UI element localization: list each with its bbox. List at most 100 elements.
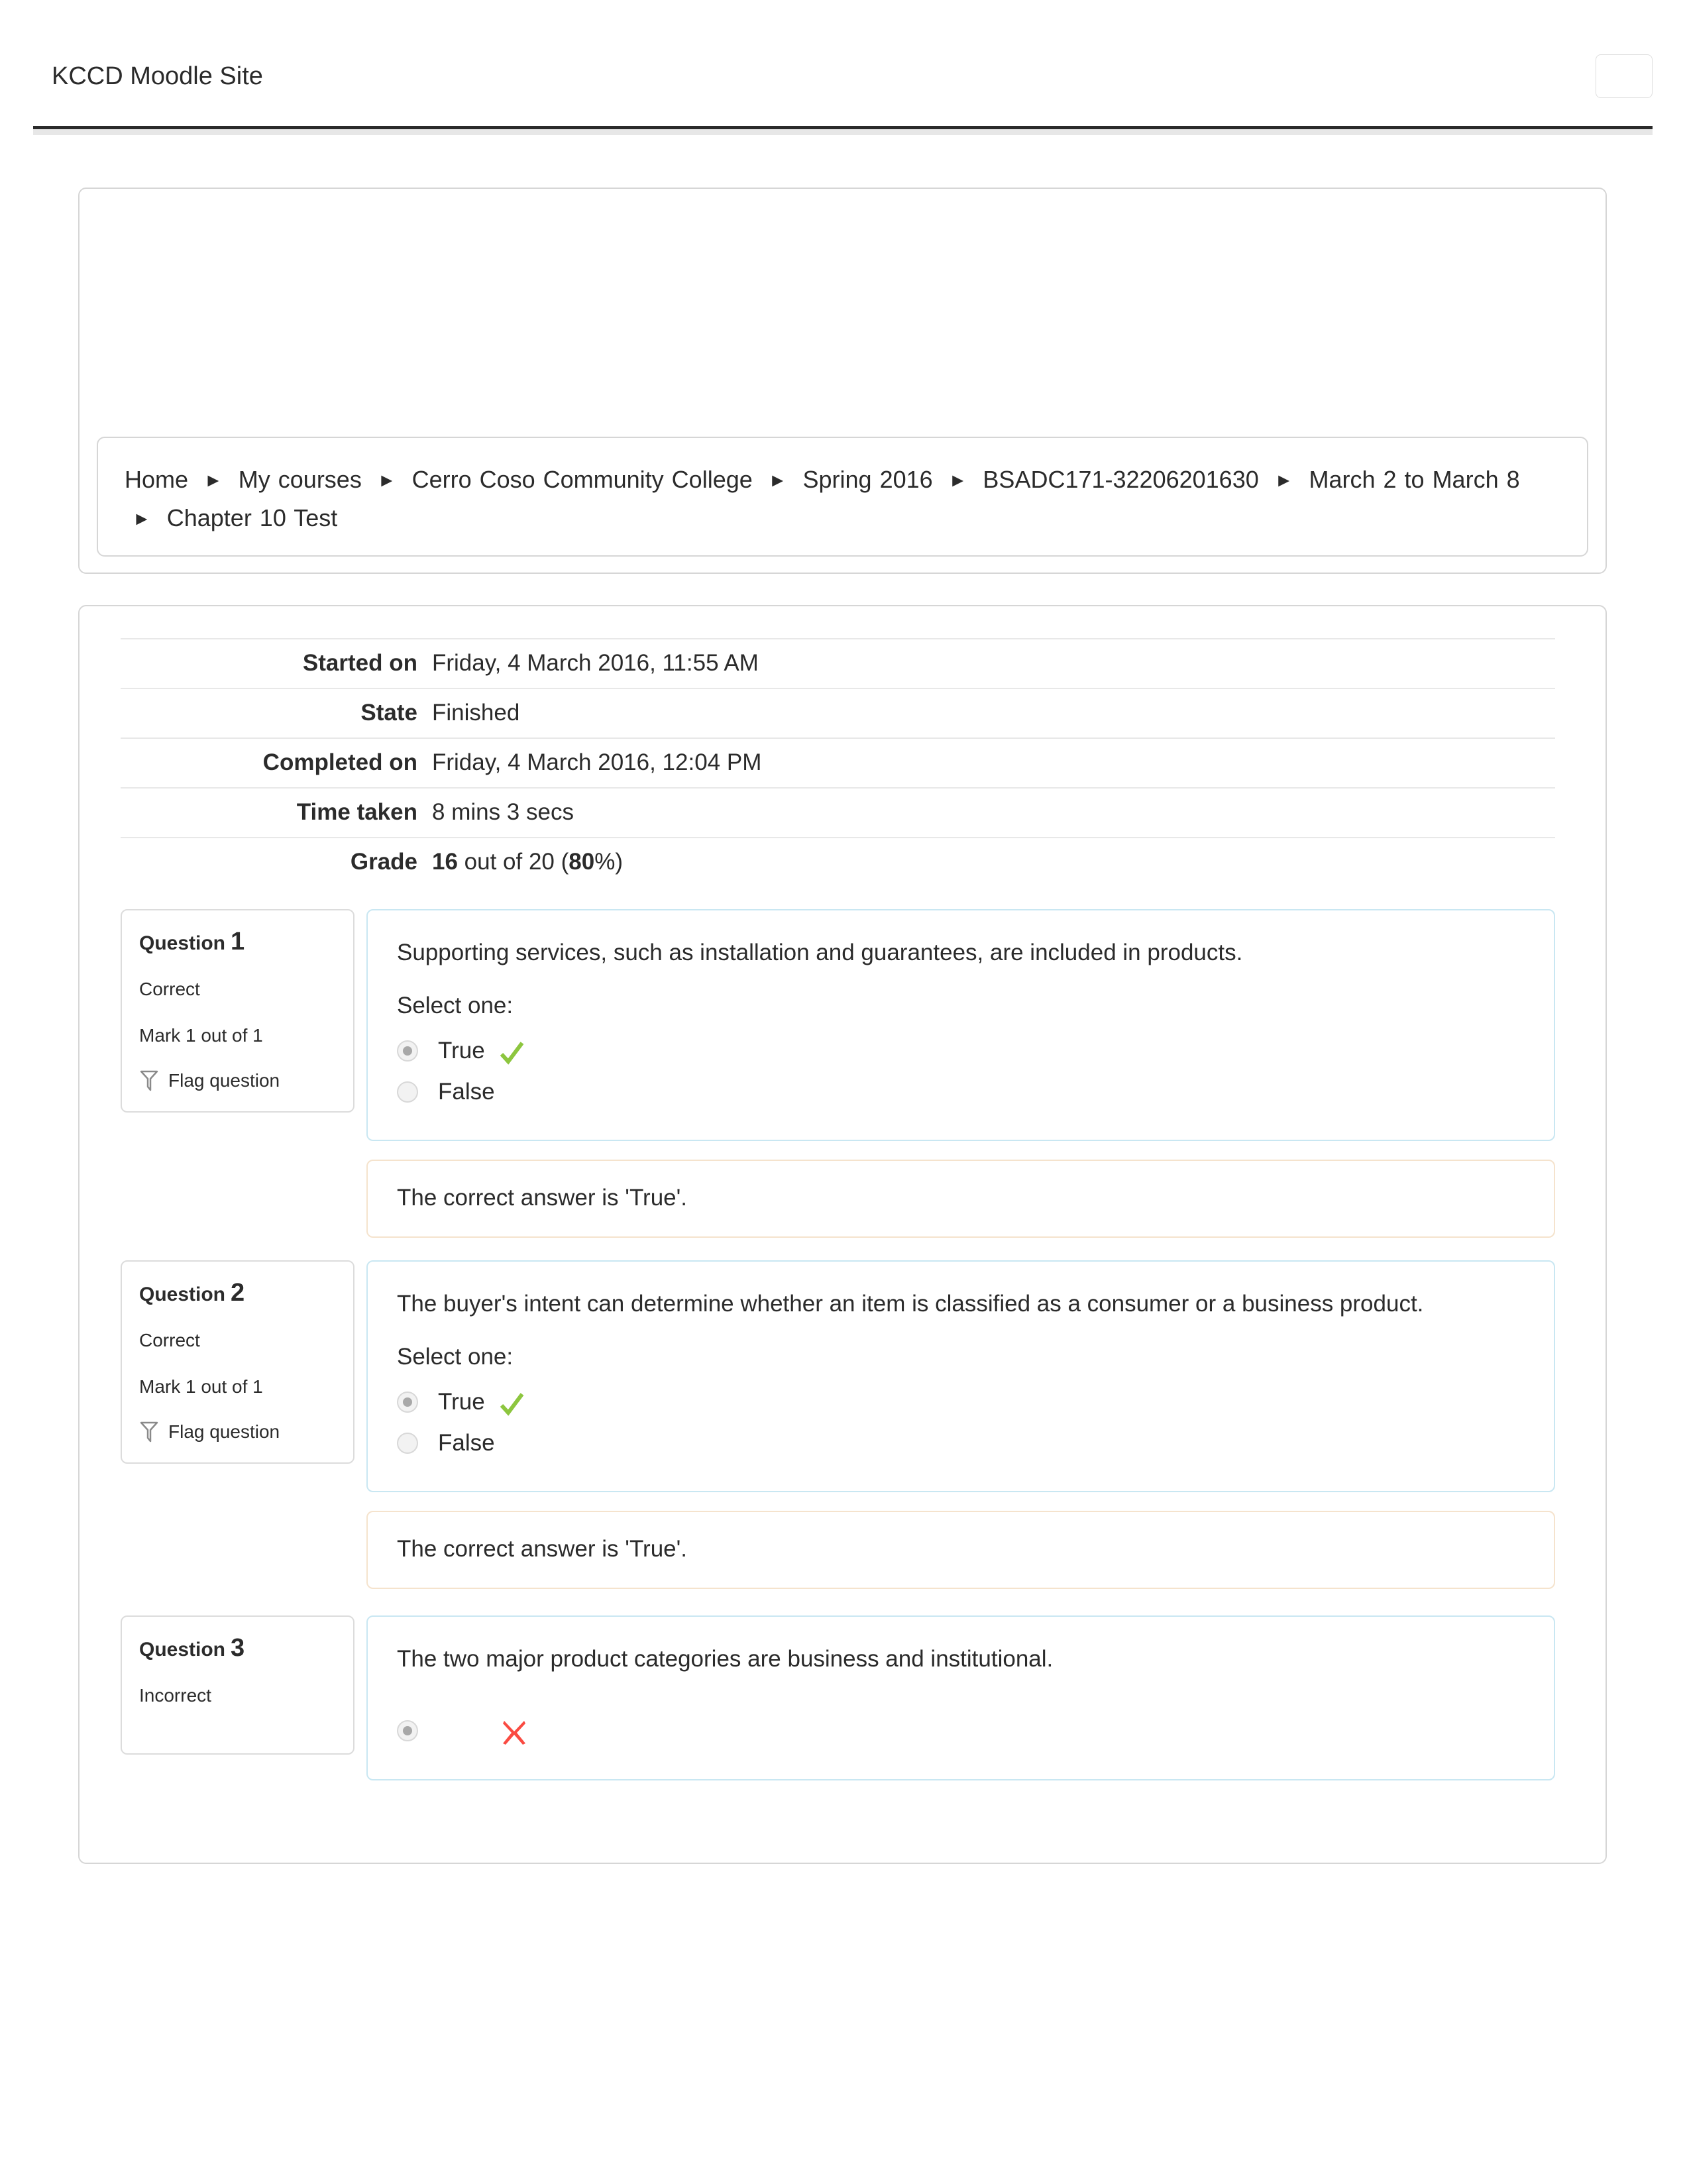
table-row: Time taken 8 mins 3 secs <box>121 788 1555 838</box>
answer-label-true: True <box>438 1037 485 1064</box>
answer-option-selected[interactable] <box>397 1710 1525 1753</box>
breadcrumb-item-quiz[interactable]: Chapter 10 Test <box>167 504 338 531</box>
header-divider <box>33 126 1653 135</box>
state-value: Finished <box>432 700 520 726</box>
flag-icon <box>139 1070 159 1091</box>
question-number: 1 <box>231 928 245 956</box>
site-header: KCCD Moodle Site <box>0 0 1687 135</box>
feedback-spacer <box>121 1511 354 1589</box>
question-content: The two major product categories are bus… <box>366 1615 1555 1781</box>
completed-on-value: Friday, 4 March 2016, 12:04 PM <box>432 749 762 775</box>
answer-option-false[interactable]: False <box>397 1423 1525 1464</box>
question-content: Supporting services, such as installatio… <box>366 909 1555 1141</box>
question-block: Question 2 Correct Mark 1 out of 1 Flag q… <box>121 1260 1555 1589</box>
table-row: State Finished <box>121 688 1555 738</box>
page-shell: Home ► My courses ► Cerro Coso Community… <box>78 188 1607 1864</box>
question-title-label: Question <box>139 1283 226 1305</box>
state-label: State <box>360 700 417 726</box>
question-heading: Question 1 <box>139 928 336 956</box>
completed-on-label: Completed on <box>262 749 417 775</box>
question-text: Supporting services, such as installatio… <box>397 940 1243 965</box>
breadcrumb-item-my-courses[interactable]: My courses <box>239 466 362 493</box>
header-menu-button[interactable] <box>1596 54 1653 98</box>
flag-icon <box>139 1421 159 1443</box>
correct-check-icon <box>498 1392 525 1418</box>
question-feedback-row: The correct answer is 'True'. <box>121 1510 1555 1589</box>
table-row: Completed on Friday, 4 March 2016, 12:04… <box>121 738 1555 788</box>
incorrect-cross-icon <box>500 1718 528 1746</box>
radio-button-false[interactable] <box>397 1081 418 1103</box>
question-feedback: The correct answer is 'True'. <box>366 1510 1555 1589</box>
breadcrumb-item-week[interactable]: March 2 to March 8 <box>1309 466 1520 493</box>
feedback-spacer <box>121 1160 354 1238</box>
time-taken-label: Time taken <box>296 799 417 825</box>
grade-suffix: %) <box>594 849 623 875</box>
question-feedback: The correct answer is 'True'. <box>366 1159 1555 1238</box>
question-text: The two major product categories are bus… <box>397 1645 1054 1672</box>
question-info-panel: Question 3 Incorrect <box>121 1615 354 1755</box>
attempt-summary-table: Started on Friday, 4 March 2016, 11:55 A… <box>121 638 1555 887</box>
radio-button-selected[interactable] <box>397 1720 418 1742</box>
flag-question-label: Flag question <box>168 1421 280 1442</box>
answer-option-true[interactable]: True <box>397 1382 1525 1423</box>
table-row: Started on Friday, 4 March 2016, 11:55 A… <box>121 639 1555 688</box>
question-heading: Question 3 <box>139 1634 336 1663</box>
chevron-right-icon: ► <box>204 470 223 490</box>
question-heading: Question 2 <box>139 1279 336 1307</box>
question-mark: Mark 1 out of 1 <box>139 1376 263 1397</box>
answer-label-true: True <box>438 1388 485 1415</box>
radio-button-true[interactable] <box>397 1040 418 1062</box>
answer-option-false[interactable]: False <box>397 1072 1525 1113</box>
question-text: The buyer's intent can determine whether… <box>397 1290 1424 1317</box>
flag-question-button[interactable]: Flag question <box>139 1070 336 1091</box>
chevron-right-icon: ► <box>377 470 396 490</box>
radio-button-true[interactable] <box>397 1391 418 1413</box>
flag-question-label: Flag question <box>168 1070 280 1091</box>
quiz-review-card: Started on Friday, 4 March 2016, 11:55 A… <box>78 605 1607 1864</box>
header-divider-light <box>33 129 1653 135</box>
question-state: Correct <box>139 1329 200 1350</box>
breadcrumb-item-term[interactable]: Spring 2016 <box>803 466 933 493</box>
grade-middle: out of 20 ( <box>457 849 569 875</box>
chevron-right-icon: ► <box>133 508 151 529</box>
started-on-value: Friday, 4 March 2016, 11:55 AM <box>432 650 759 676</box>
answer-label-false: False <box>438 1429 495 1456</box>
answer-option-true[interactable]: True <box>397 1031 1525 1072</box>
question-state: Incorrect <box>139 1684 211 1706</box>
question-feedback-row: The correct answer is 'True'. <box>121 1159 1555 1238</box>
site-title: KCCD Moodle Site <box>52 62 263 90</box>
breadcrumb-item-college[interactable]: Cerro Coso Community College <box>412 466 753 493</box>
started-on-label: Started on <box>302 650 417 676</box>
grade-score: 16 <box>432 849 458 875</box>
question-number: 3 <box>231 1633 245 1662</box>
chevron-right-icon: ► <box>948 470 967 490</box>
question-state: Correct <box>139 979 200 999</box>
radio-button-false[interactable] <box>397 1432 418 1454</box>
grade-value: 16 out of 20 (80%) <box>432 838 1555 887</box>
question-info-panel: Question 1 Correct Mark 1 out of 1 Flag q… <box>121 909 354 1113</box>
chevron-right-icon: ► <box>768 470 787 490</box>
time-taken-value: 8 mins 3 secs <box>432 799 574 825</box>
answer-options: True False <box>397 1382 1525 1464</box>
answer-options: True False <box>397 1031 1525 1113</box>
breadcrumb: Home ► My courses ► Cerro Coso Community… <box>125 461 1560 538</box>
question-block: Question 1 Correct Mark 1 out of 1 Flag q… <box>121 909 1555 1238</box>
answer-options <box>397 1710 1525 1753</box>
chevron-right-icon: ► <box>1274 470 1293 490</box>
select-one-label: Select one: <box>397 1343 514 1370</box>
question-title-label: Question <box>139 932 226 954</box>
answer-label-false: False <box>438 1078 495 1105</box>
question-block: Question 3 Incorrect The two major produc… <box>121 1615 1555 1781</box>
table-row: Grade 16 out of 20 (80%) <box>121 838 1555 887</box>
question-content: The buyer's intent can determine whether… <box>366 1260 1555 1492</box>
breadcrumb-item-home[interactable]: Home <box>125 466 188 493</box>
navigation-card: Home ► My courses ► Cerro Coso Community… <box>78 188 1607 574</box>
correct-check-icon <box>498 1040 525 1067</box>
question-info-panel: Question 2 Correct Mark 1 out of 1 Flag q… <box>121 1260 354 1464</box>
question-mark: Mark 1 out of 1 <box>139 1025 263 1046</box>
breadcrumb-item-course[interactable]: BSADC171-32206201630 <box>983 466 1258 493</box>
flag-question-button[interactable]: Flag question <box>139 1421 336 1443</box>
grade-percent: 80 <box>569 849 595 875</box>
question-number: 2 <box>231 1278 245 1307</box>
grade-label: Grade <box>350 849 417 875</box>
